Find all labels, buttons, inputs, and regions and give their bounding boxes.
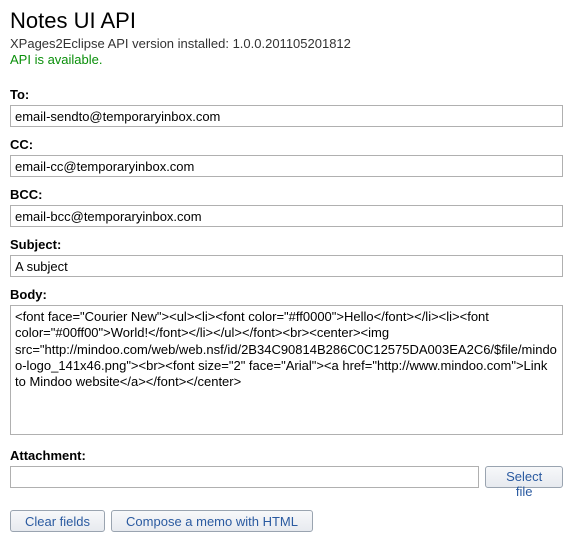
body-label: Body:	[10, 287, 563, 302]
cc-input[interactable]	[10, 155, 563, 177]
subject-input[interactable]	[10, 255, 563, 277]
compose-memo-button[interactable]: Compose a memo with HTML	[111, 510, 313, 532]
to-label: To:	[10, 87, 563, 102]
version-line: XPages2Eclipse API version installed: 1.…	[10, 36, 563, 51]
bcc-label: BCC:	[10, 187, 563, 202]
api-status: API is available.	[10, 52, 563, 67]
select-file-button[interactable]: Select file	[485, 466, 563, 488]
bcc-input[interactable]	[10, 205, 563, 227]
page-title: Notes UI API	[10, 8, 563, 34]
cc-label: CC:	[10, 137, 563, 152]
clear-fields-button[interactable]: Clear fields	[10, 510, 105, 532]
attachment-input[interactable]	[10, 466, 479, 488]
subject-label: Subject:	[10, 237, 563, 252]
to-input[interactable]	[10, 105, 563, 127]
attachment-label: Attachment:	[10, 448, 563, 463]
body-input[interactable]	[10, 305, 563, 435]
